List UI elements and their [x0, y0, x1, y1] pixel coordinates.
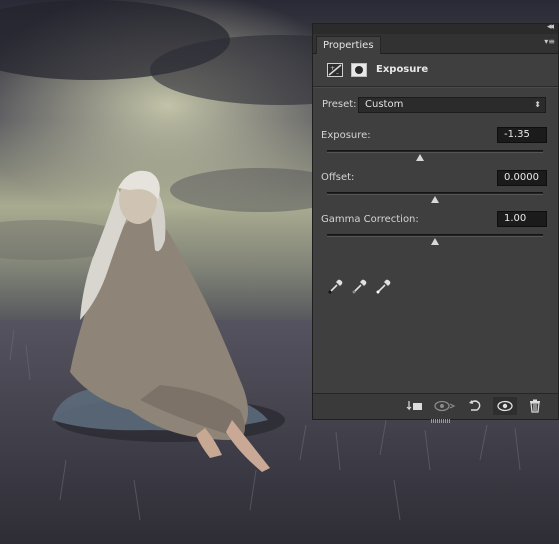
adjustment-layer-icon[interactable]: + –	[327, 63, 343, 77]
exposure-label: Exposure:	[321, 130, 371, 141]
exposure-slider-track[interactable]	[327, 150, 543, 161]
eyedropper-black-point-icon[interactable]	[327, 277, 345, 295]
layer-mask-icon[interactable]	[351, 63, 367, 77]
preset-value: Custom	[365, 99, 404, 110]
offset-slider-track[interactable]	[327, 192, 543, 203]
eyedropper-gray-point-icon[interactable]	[351, 277, 369, 295]
gamma-correction-slider-thumb[interactable]	[431, 238, 439, 245]
tab-properties[interactable]: Properties	[316, 36, 381, 54]
adjustment-title: Exposure	[376, 64, 429, 75]
adjustment-header: + – Exposure	[313, 54, 558, 87]
delete-icon[interactable]	[523, 397, 547, 415]
svg-text:+: +	[330, 65, 335, 72]
gamma-correction-label: Gamma Correction:	[321, 214, 419, 225]
offset-slider-thumb[interactable]	[431, 196, 439, 203]
exposure-slider-thumb[interactable]	[415, 154, 424, 161]
preset-label: Preset:	[322, 99, 357, 110]
visibility-eye-icon[interactable]	[493, 397, 517, 415]
panel-tab-bar: Properties ▾≡	[313, 34, 558, 54]
view-previous-state-icon[interactable]	[433, 397, 457, 415]
gamma-correction-value-field[interactable]: 1.00	[497, 211, 547, 227]
reset-icon[interactable]	[463, 397, 487, 415]
gamma-correction-slider-track[interactable]	[327, 234, 543, 245]
resize-grip[interactable]	[431, 419, 451, 423]
clip-to-layer-icon[interactable]	[403, 397, 427, 415]
properties-panel: ◂◂ Properties ▾≡ + – Exposure Preset: Cu…	[312, 22, 559, 423]
panel-menu-icon[interactable]: ▾≡	[544, 37, 555, 46]
svg-text:–: –	[336, 70, 339, 76]
collapse-panel-icon[interactable]: ◂◂	[547, 22, 554, 32]
offset-value-field[interactable]: 0.0000	[497, 170, 547, 186]
preset-select[interactable]: Custom ⬍	[358, 97, 546, 113]
eyedropper-white-point-icon[interactable]	[375, 277, 393, 295]
panel-footer	[313, 393, 558, 423]
exposure-value-field[interactable]: -1.35	[497, 127, 547, 143]
offset-label: Offset:	[321, 172, 355, 183]
select-arrows-icon: ⬍	[534, 100, 541, 109]
